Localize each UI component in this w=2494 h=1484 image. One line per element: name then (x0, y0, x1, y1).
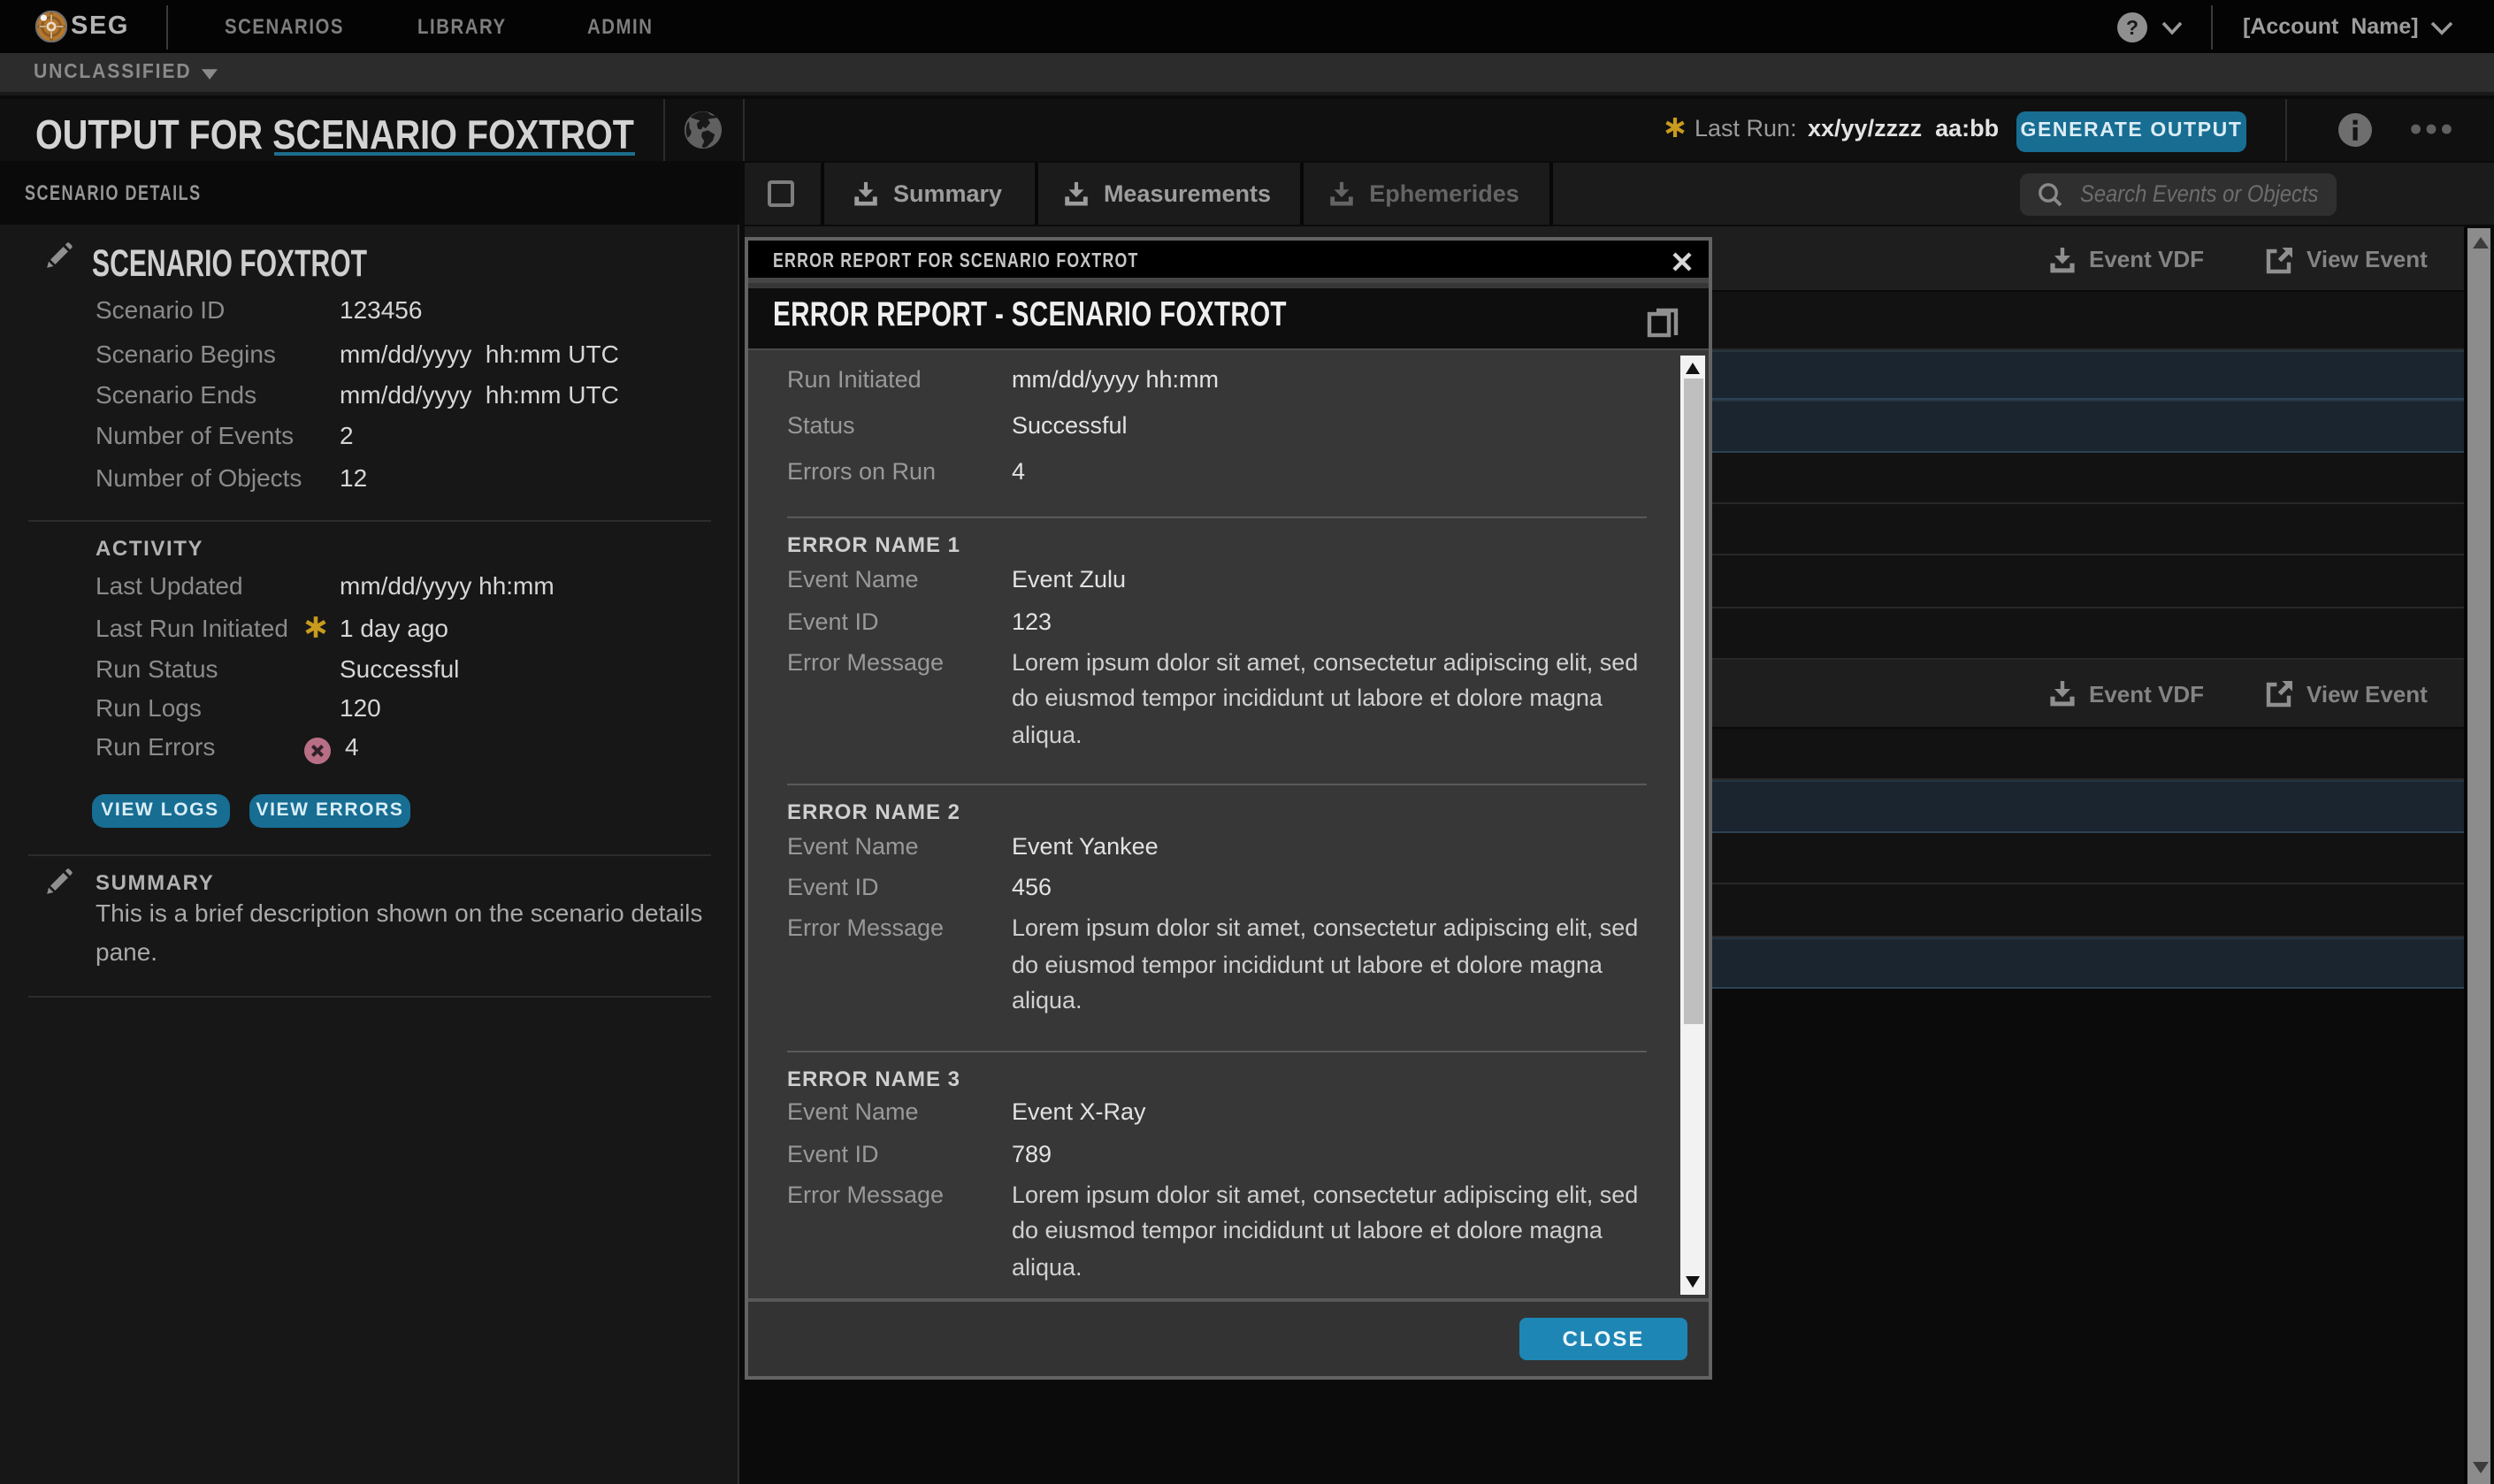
svg-text:?: ? (2126, 15, 2138, 38)
